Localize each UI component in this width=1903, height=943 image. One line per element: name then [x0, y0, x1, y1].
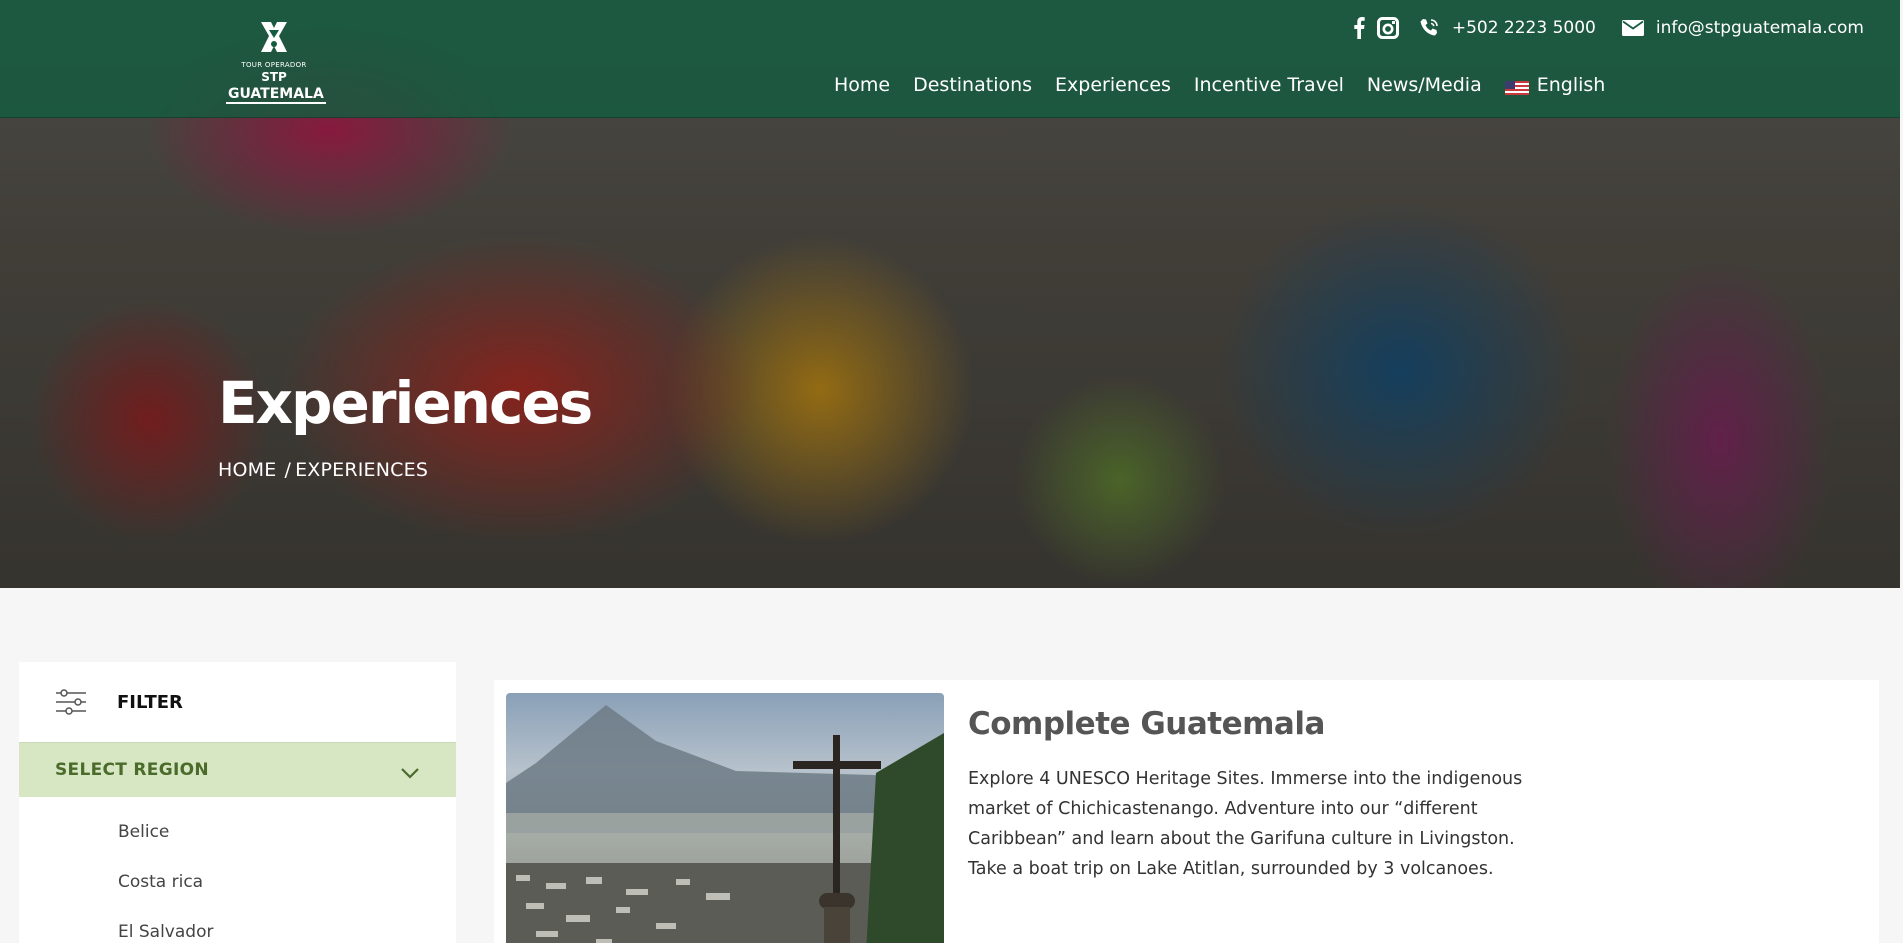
- hero-text: Experiences HOME / EXPERIENCES: [218, 365, 593, 481]
- logo-name-line2: GUATEMALA: [226, 86, 326, 104]
- mail-icon: [1621, 19, 1644, 37]
- site-logo[interactable]: TOUR OPERADOR STP GUATEMALA: [226, 20, 326, 104]
- select-region-dropdown[interactable]: SELECT REGION: [19, 742, 456, 797]
- logo-subtitle: TOUR OPERADOR: [241, 61, 307, 69]
- region-option-costa-rica[interactable]: Costa rica: [118, 861, 456, 911]
- logo-name-line1: STP: [261, 70, 287, 84]
- facebook-icon[interactable]: [1351, 17, 1367, 39]
- logo-mark-icon: [257, 20, 291, 58]
- filter-header: FILTER: [19, 662, 456, 742]
- contact-bar: +502 2223 5000 info@stpguatemala.com: [1351, 14, 1864, 42]
- site-header: TOUR OPERADOR STP GUATEMALA +502 2223 50…: [0, 0, 1900, 118]
- email-address[interactable]: info@stpguatemala.com: [1656, 18, 1864, 38]
- us-flag-icon: [1504, 78, 1529, 95]
- breadcrumb: HOME / EXPERIENCES: [218, 459, 591, 481]
- phone-number[interactable]: +502 2223 5000: [1452, 18, 1596, 38]
- description-line: market of Chichicastenango. Adventure in…: [968, 799, 1478, 819]
- filter-title: FILTER: [117, 691, 183, 713]
- region-option-el-salvador[interactable]: El Salvador: [118, 911, 456, 943]
- language-selector[interactable]: English: [1504, 74, 1606, 96]
- select-region-label: SELECT REGION: [55, 760, 209, 780]
- breadcrumb-current: EXPERIENCES: [295, 459, 429, 481]
- breadcrumb-separator: /: [284, 459, 292, 481]
- experience-title[interactable]: Complete Guatemala: [968, 706, 1568, 742]
- description-line: Caribbean” and learn about the Garifuna …: [968, 829, 1515, 849]
- language-label: English: [1536, 74, 1606, 96]
- nav-destinations[interactable]: Destinations: [913, 74, 1032, 96]
- description-line: Explore 4 UNESCO Heritage Sites. Immerse…: [968, 769, 1523, 789]
- phone-icon: [1418, 17, 1440, 39]
- sliders-icon: [55, 689, 87, 715]
- breadcrumb-home[interactable]: HOME: [218, 459, 276, 481]
- page-title: Experiences: [218, 369, 593, 437]
- experience-image[interactable]: [506, 693, 944, 943]
- experience-description: Explore 4 UNESCO Heritage Sites. Immerse…: [968, 764, 1568, 884]
- nav-experiences[interactable]: Experiences: [1055, 74, 1171, 96]
- description-line: Take a boat trip on Lake Atitlan, surrou…: [968, 859, 1494, 879]
- chevron-down-icon: [400, 764, 420, 779]
- region-list: Belice Costa rica El Salvador: [19, 797, 456, 943]
- main-nav: Home Destinations Experiences Incentive …: [834, 74, 1605, 96]
- instagram-icon[interactable]: [1376, 17, 1399, 39]
- nav-home[interactable]: Home: [834, 74, 890, 96]
- experience-content: Complete Guatemala Explore 4 UNESCO Heri…: [968, 706, 1568, 884]
- experience-card[interactable]: Complete Guatemala Explore 4 UNESCO Heri…: [494, 680, 1879, 943]
- region-option-belice[interactable]: Belice: [118, 811, 456, 861]
- nav-incentive-travel[interactable]: Incentive Travel: [1194, 74, 1344, 96]
- nav-news-media[interactable]: News/Media: [1367, 74, 1482, 96]
- filter-panel: FILTER SELECT REGION Belice Costa rica E…: [19, 662, 456, 943]
